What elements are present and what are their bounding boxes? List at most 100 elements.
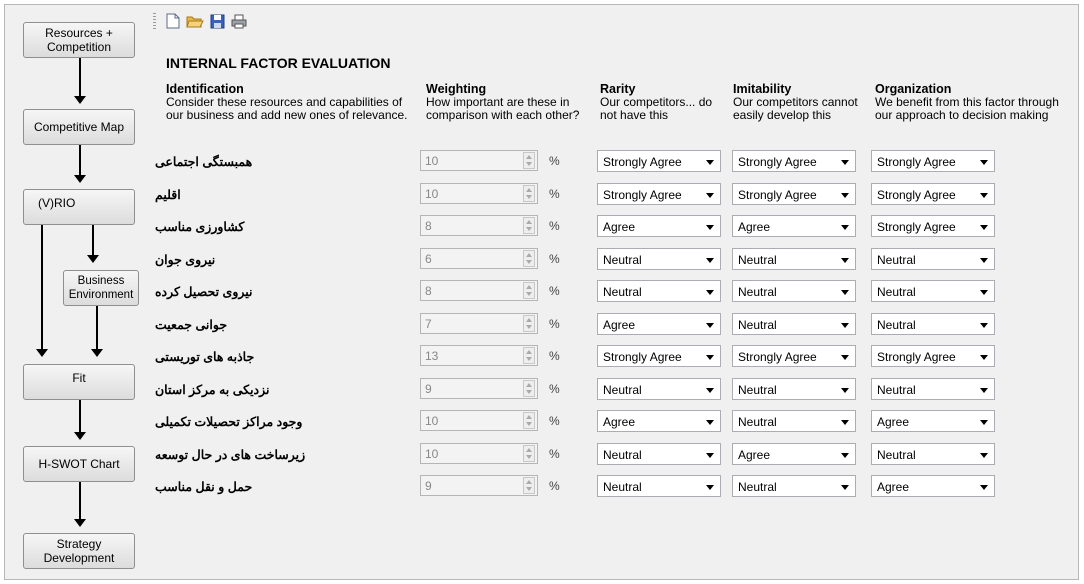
nav-vrio-button[interactable]: (V)RIO [23,189,135,225]
save-icon[interactable] [208,12,226,30]
chevron-down-icon[interactable] [980,258,988,263]
rarity-select[interactable]: Strongly Agree [597,150,721,172]
organization-select[interactable]: Strongly Agree [871,215,995,237]
rarity-select[interactable]: Neutral [597,443,721,465]
weight-spinner[interactable]: 9 [420,378,538,399]
chevron-down-icon[interactable] [980,290,988,295]
weight-spinner[interactable]: 10 [420,183,538,204]
chevron-down-icon[interactable] [706,355,714,360]
spinner-arrows-icon[interactable] [523,445,535,462]
chevron-down-icon[interactable] [841,355,849,360]
imitability-select[interactable]: Agree [732,215,856,237]
chevron-down-icon[interactable] [841,323,849,328]
weight-spinner[interactable]: 9 [420,475,538,496]
imitability-select[interactable]: Strongly Agree [732,150,856,172]
chevron-down-icon[interactable] [706,225,714,230]
organization-select[interactable]: Agree [871,410,995,432]
new-icon[interactable] [164,12,182,30]
chevron-down-icon[interactable] [841,160,849,165]
imitability-select[interactable]: Neutral [732,378,856,400]
nav-business-environment-button[interactable]: Business Environment [63,270,139,306]
spinner-arrows-icon[interactable] [523,380,535,397]
imitability-select[interactable]: Neutral [732,280,856,302]
chevron-down-icon[interactable] [841,485,849,490]
weight-spinner[interactable]: 13 [420,345,538,366]
organization-select[interactable]: Neutral [871,378,995,400]
chevron-down-icon[interactable] [841,193,849,198]
organization-select[interactable]: Strongly Agree [871,345,995,367]
open-icon[interactable] [186,12,204,30]
imitability-select[interactable]: Strongly Agree [732,345,856,367]
organization-select[interactable]: Agree [871,475,995,497]
chevron-down-icon[interactable] [980,485,988,490]
rarity-select[interactable]: Agree [597,410,721,432]
imitability-select[interactable]: Neutral [732,475,856,497]
imitability-select[interactable]: Neutral [732,410,856,432]
weight-spinner[interactable]: 10 [420,150,538,171]
chevron-down-icon[interactable] [706,453,714,458]
chevron-down-icon[interactable] [706,290,714,295]
organization-select[interactable]: Neutral [871,280,995,302]
print-icon[interactable] [230,12,248,30]
nav-competitive-map-button[interactable]: Competitive Map [23,109,135,145]
chevron-down-icon[interactable] [980,420,988,425]
chevron-down-icon[interactable] [706,323,714,328]
weight-spinner[interactable]: 10 [420,410,538,431]
chevron-down-icon[interactable] [706,420,714,425]
rarity-select[interactable]: Strongly Agree [597,345,721,367]
chevron-down-icon[interactable] [841,388,849,393]
imitability-select[interactable]: Agree [732,443,856,465]
nav-strategy-development-button[interactable]: Strategy Development [23,533,135,569]
organization-select[interactable]: Neutral [871,248,995,270]
imitability-select[interactable]: Strongly Agree [732,183,856,205]
chevron-down-icon[interactable] [980,323,988,328]
spinner-arrows-icon[interactable] [523,185,535,202]
imitability-select[interactable]: Neutral [732,313,856,335]
chevron-down-icon[interactable] [980,160,988,165]
nav-hswot-chart-button[interactable]: H-SWOT Chart [23,446,135,482]
chevron-down-icon[interactable] [980,193,988,198]
organization-select[interactable]: Strongly Agree [871,183,995,205]
chevron-down-icon[interactable] [841,420,849,425]
toolbar-grip[interactable] [153,13,156,29]
weight-spinner[interactable]: 10 [420,443,538,464]
rarity-select[interactable]: Neutral [597,475,721,497]
organization-select[interactable]: Strongly Agree [871,150,995,172]
weight-spinner[interactable]: 7 [420,313,538,334]
chevron-down-icon[interactable] [706,388,714,393]
chevron-down-icon[interactable] [980,388,988,393]
chevron-down-icon[interactable] [841,258,849,263]
spinner-arrows-icon[interactable] [523,412,535,429]
chevron-down-icon[interactable] [980,453,988,458]
spinner-arrows-icon[interactable] [523,347,535,364]
weight-spinner[interactable]: 6 [420,248,538,269]
chevron-down-icon[interactable] [980,355,988,360]
rarity-select[interactable]: Strongly Agree [597,183,721,205]
chevron-down-icon[interactable] [841,290,849,295]
chevron-down-icon[interactable] [841,453,849,458]
imitability-select[interactable]: Neutral [732,248,856,270]
spinner-arrows-icon[interactable] [523,315,535,332]
chevron-down-icon[interactable] [841,225,849,230]
spinner-arrows-icon[interactable] [523,217,535,234]
spinner-arrows-icon[interactable] [523,152,535,169]
spinner-arrows-icon[interactable] [523,282,535,299]
chevron-down-icon[interactable] [706,485,714,490]
rarity-select[interactable]: Neutral [597,378,721,400]
spinner-arrows-icon[interactable] [523,477,535,494]
chevron-down-icon[interactable] [706,193,714,198]
weight-spinner[interactable]: 8 [420,280,538,301]
chevron-down-icon[interactable] [706,258,714,263]
organization-select[interactable]: Neutral [871,313,995,335]
nav-fit-button[interactable]: Fit [23,364,135,400]
weight-spinner[interactable]: 8 [420,215,538,236]
chevron-down-icon[interactable] [980,225,988,230]
rarity-select[interactable]: Neutral [597,280,721,302]
rarity-select[interactable]: Agree [597,313,721,335]
rarity-select[interactable]: Neutral [597,248,721,270]
rarity-select[interactable]: Agree [597,215,721,237]
organization-select[interactable]: Neutral [871,443,995,465]
spinner-arrows-icon[interactable] [523,250,535,267]
chevron-down-icon[interactable] [706,160,714,165]
nav-resources-competition-button[interactable]: Resources + Competition [23,22,135,58]
